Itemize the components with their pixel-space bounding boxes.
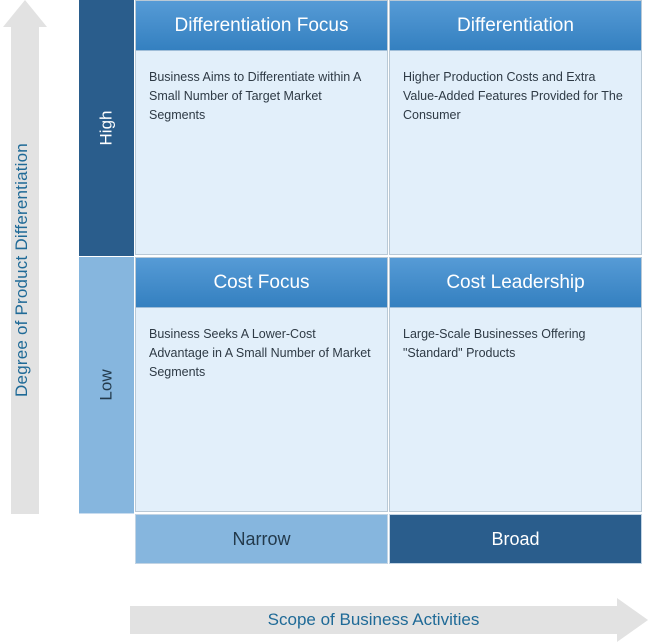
x-axis-label: Scope of Business Activities: [267, 610, 480, 629]
y-band-low-label: Low: [96, 369, 116, 401]
quadrant-differentiation-focus[interactable]: Differentiation Focus Business Aims to D…: [135, 0, 388, 255]
quadrant-cost-leadership[interactable]: Cost Leadership Large-Scale Businesses O…: [389, 257, 642, 512]
x-band-narrow: Narrow: [135, 514, 388, 564]
y-band-high: High: [79, 0, 134, 256]
x-axis-arrow: Scope of Business Activities: [130, 598, 648, 642]
quadrant-differentiation[interactable]: Differentiation Higher Production Costs …: [389, 0, 642, 255]
quadrant-description: Higher Production Costs and Extra Value-…: [403, 70, 623, 122]
quadrant-description: Large-Scale Businesses Offering "Standar…: [403, 327, 586, 360]
quadrant-title: Cost Leadership: [390, 258, 641, 308]
arrow-right-icon: [617, 598, 648, 642]
x-band-broad: Broad: [389, 514, 642, 564]
y-axis-label: Degree of Product Differentiation: [8, 26, 36, 514]
quadrant-cost-focus[interactable]: Cost Focus Business Seeks A Lower-Cost A…: [135, 257, 388, 512]
quadrant-description: Business Seeks A Lower-Cost Advantage in…: [149, 327, 371, 379]
y-band-low: Low: [79, 257, 134, 514]
quadrant-title: Differentiation: [390, 1, 641, 51]
y-axis-label-text: Degree of Product Differentiation: [12, 143, 31, 397]
quadrant-title: Cost Focus: [136, 258, 387, 308]
arrow-up-icon: [3, 0, 47, 27]
strategy-matrix: Differentiation Focus Business Aims to D…: [135, 0, 645, 513]
quadrant-title: Differentiation Focus: [136, 1, 387, 51]
quadrant-description: Business Aims to Differentiate within A …: [149, 70, 361, 122]
y-band-high-label: High: [96, 110, 116, 146]
